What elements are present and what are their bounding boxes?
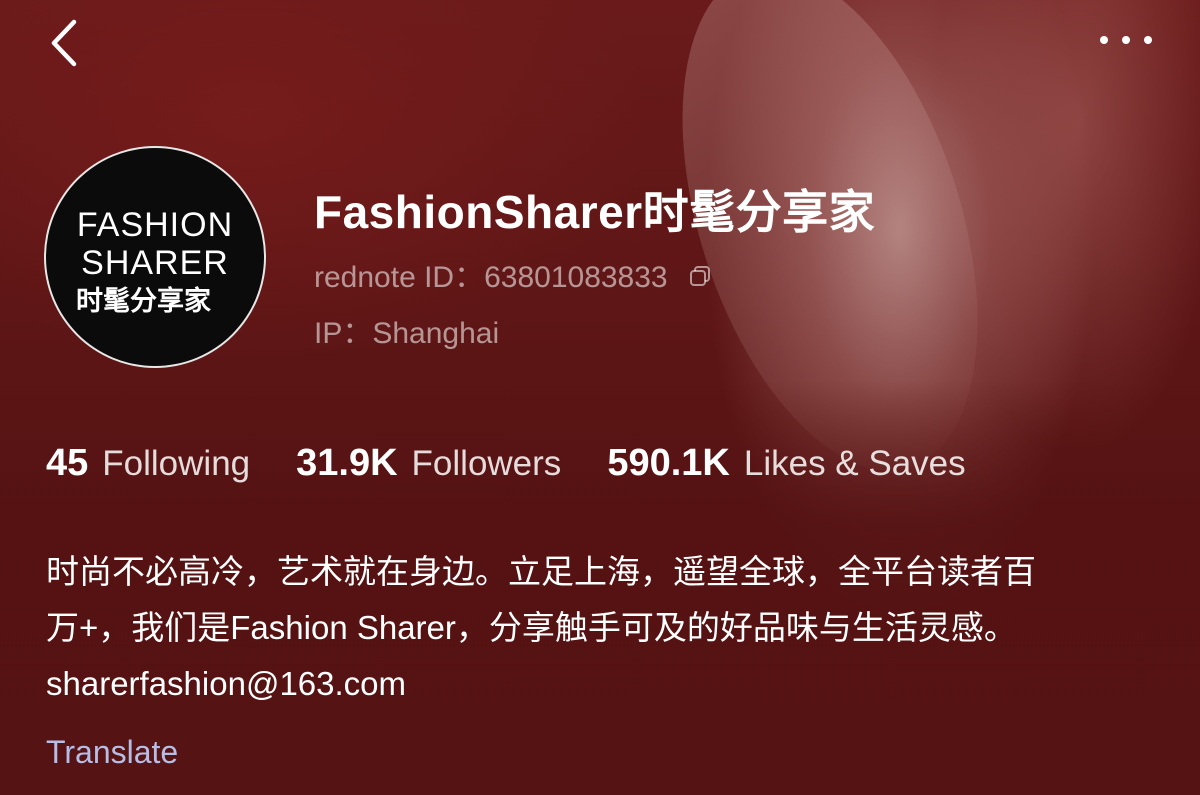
avatar-logo-line3: 时髦分享家 bbox=[76, 285, 211, 317]
profile-ip-location: IP：Shanghai bbox=[314, 317, 500, 350]
profile-name: FashionSharer时髦分享家 bbox=[314, 186, 876, 238]
more-options-button[interactable] bbox=[1098, 28, 1154, 52]
avatar-logo-line2: SHARER bbox=[81, 244, 229, 282]
stat-likes-saves-label: Likes & Saves bbox=[743, 444, 966, 483]
stat-followers-label: Followers bbox=[411, 444, 562, 483]
bio-email: sharerfashion@163.com bbox=[46, 665, 407, 702]
stat-followers-count: 31.9K bbox=[296, 442, 398, 484]
stat-following[interactable]: 45 Following bbox=[46, 442, 250, 485]
profile-bio: 时尚不必高冷，艺术就在身边。立足上海，遥望全球，全平台读者百 万+，我们是Fas… bbox=[46, 544, 1146, 712]
more-dots-icon bbox=[1100, 36, 1152, 44]
avatar[interactable]: FASHION SHARER 时髦分享家 bbox=[44, 146, 266, 368]
profile-id: rednote ID：63801083833 bbox=[314, 261, 668, 294]
stat-followers[interactable]: 31.9K Followers bbox=[296, 442, 561, 485]
profile-id-row: rednote ID：63801083833 bbox=[314, 252, 712, 296]
copy-icon bbox=[689, 266, 710, 286]
stat-likes-saves[interactable]: 590.1K Likes & Saves bbox=[607, 442, 965, 485]
stat-following-label: Following bbox=[102, 444, 251, 483]
stat-following-count: 45 bbox=[46, 442, 89, 484]
stat-likes-saves-count: 590.1K bbox=[607, 442, 730, 484]
bio-line-1: 时尚不必高冷，艺术就在身边。立足上海，遥望全球，全平台读者百 bbox=[46, 553, 1036, 590]
translate-link[interactable]: Translate bbox=[46, 734, 178, 771]
avatar-logo-line1: FASHION bbox=[77, 206, 233, 244]
profile-stats: 45 Following 31.9K Followers 590.1K Like… bbox=[46, 442, 1012, 485]
copy-id-button[interactable] bbox=[688, 262, 712, 286]
back-button[interactable] bbox=[44, 18, 94, 68]
bio-line-2: 万+，我们是Fashion Sharer，分享触手可及的好品味与生活灵感。 bbox=[46, 609, 1017, 646]
chevron-left-icon bbox=[51, 19, 77, 67]
